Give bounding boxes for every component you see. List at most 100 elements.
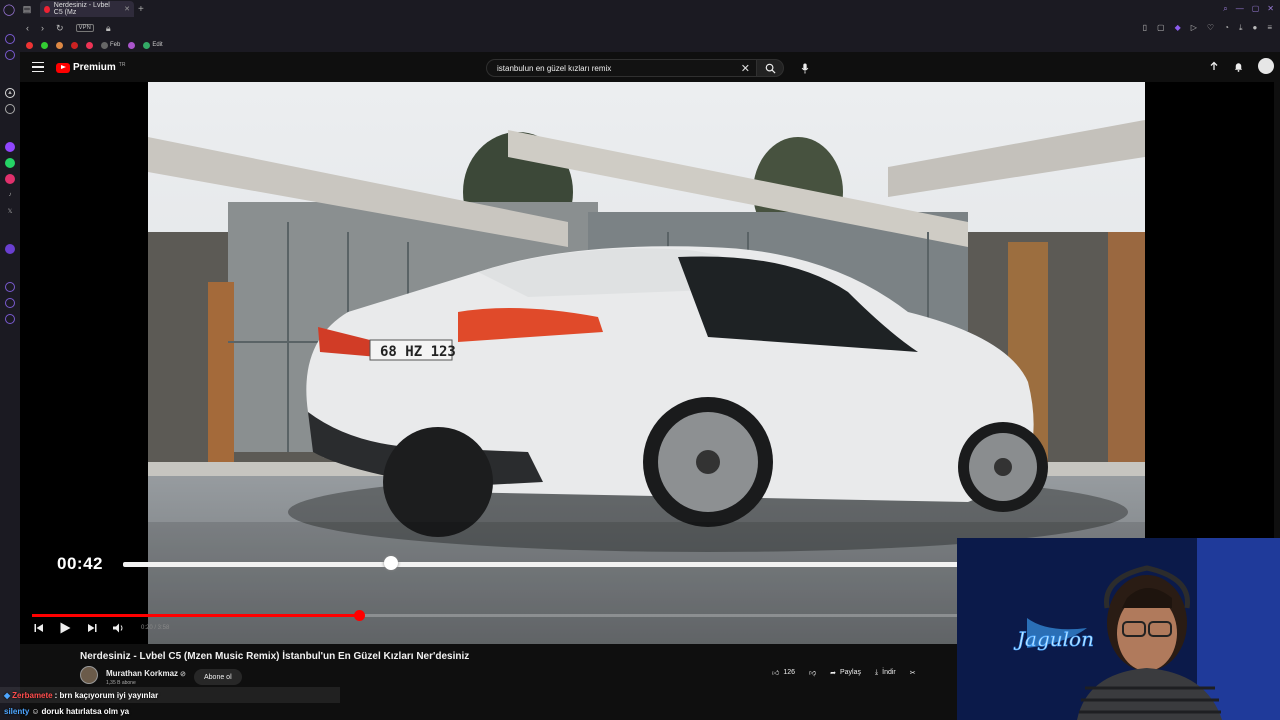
video-title: Nerdesiniz - Lvbel C5 (Mzen Music Remix)… [80,651,470,662]
chat-badge-icon: ◆ [4,690,11,700]
voice-search-button[interactable] [796,59,814,77]
bookmark-favicon-icon [101,41,108,49]
instagram-icon[interactable] [5,174,15,184]
thumbs-down-icon: 👎︎ [809,670,817,677]
back-icon[interactable]: ‹ [26,23,29,33]
time-display: 0:20 / 3:58 [141,625,170,631]
share-button[interactable]: ➦ Paylaş [830,669,861,677]
search-button[interactable] [756,59,784,77]
pinboard-icon[interactable] [5,298,15,308]
search-tabs-icon[interactable]: ⌕ [1223,4,1227,14]
bookmark-item[interactable] [128,41,136,49]
clip-button[interactable]: ✂ [910,669,916,677]
vpn-shield-icon[interactable]: ◆ [1175,23,1181,33]
settings-icon[interactable] [5,314,15,324]
maximize-icon[interactable]: ▢ [1252,4,1260,14]
music-icon[interactable] [5,244,15,254]
search-input[interactable]: istanbulun en güzel kızları remix ✕ [486,59,756,77]
clear-search-icon[interactable]: ✕ [741,62,750,75]
overlay-progress-bar [123,562,1017,567]
tab-menu-icon[interactable]: ▤ [18,4,36,15]
extensions-icon[interactable]: ◔ [1224,23,1229,33]
player-controls: 0:20 / 3:58 [34,622,169,634]
lock-icon: 🔒︎ [105,22,111,33]
forward-icon[interactable]: › [41,23,44,33]
bookmark-label: Edit [152,42,163,48]
verified-icon: ⊘ [180,671,186,678]
dislike-button[interactable]: 👎︎ [809,668,816,677]
subscribe-button[interactable]: Abone ol [194,669,242,685]
history-icon[interactable] [5,282,15,292]
minimize-icon[interactable]: — [1236,4,1244,14]
download-label: İndir [882,669,896,676]
heart-icon[interactable]: ♡ [1207,23,1214,33]
chat-text: : brn kaçıyorum iyi yayınlar [54,690,159,700]
bookmark-item[interactable] [41,41,48,49]
volume-icon[interactable] [113,623,125,633]
tiktok-icon[interactable]: ♪ [5,190,15,200]
chatgpt-icon[interactable] [5,104,15,114]
scissors-icon: ✂ [909,669,916,677]
player-icon[interactable]: ▷ [1191,23,1197,33]
upload-icon[interactable] [1209,61,1219,71]
address-bar-tools: ▯ ▢ ◆ ▷ ♡ ◔ ⤓ ● ≡ [1143,23,1280,33]
subscriber-count: 1,35 B abone [106,680,136,686]
bag-icon[interactable] [5,50,15,60]
opera-logo-icon[interactable]: ◯ [0,0,18,18]
chat-message: ◆ Zerbamete : brn kaçıyorum iyi yayınlar [0,687,340,703]
home-icon[interactable] [5,34,15,44]
bookmark-item[interactable] [56,41,63,49]
new-tab-icon[interactable]: + [138,4,144,15]
like-button[interactable]: 👍︎ 126 [772,668,795,677]
overlay-time-label: 00:42 [57,554,103,573]
youtube-region: TR [118,61,126,68]
menu-icon[interactable]: ≡ [1267,23,1272,33]
progress-bar[interactable] [32,610,967,621]
twitch-icon[interactable] [5,142,15,152]
like-count: 126 [783,669,796,676]
youtube-logo[interactable]: Premium TR [56,62,125,73]
hamburger-menu-icon[interactable] [32,62,44,72]
browser-sidebar: ▲ ♪ 𝕏 [0,18,20,720]
progress-fill [32,614,360,617]
chat-message: silenty ☺ doruk hatırlatsa olm ya [0,703,340,719]
tab-close-icon[interactable]: ✕ [124,5,130,13]
bookmark-favicon-icon [41,41,48,49]
next-icon[interactable] [87,623,97,633]
close-window-icon[interactable]: ✕ [1267,4,1274,14]
download-button[interactable]: ⤓ İndir [875,669,896,677]
reload-icon[interactable]: ↻ [56,23,64,34]
tab-title: Nerdesiniz - Lvbel C5 (Mz [53,2,110,16]
notifications-bell-icon[interactable] [1233,61,1244,72]
bookmark-item[interactable] [71,41,78,49]
vpn-badge[interactable]: VPN [75,24,94,32]
youtube-brand: Premium [73,62,116,73]
channel-avatar[interactable] [80,666,98,684]
profile-icon[interactable]: ● [1252,23,1257,33]
snapshot-icon[interactable]: ▢ [1157,23,1165,33]
bookmark-favicon-icon [26,41,33,49]
play-icon[interactable] [60,622,71,634]
x-icon[interactable]: 𝕏 [5,206,15,216]
aria-icon[interactable]: ▲ [5,88,15,98]
downloads-icon[interactable]: ⤓ [1239,23,1243,33]
bookmark-item[interactable]: Feb [101,41,120,49]
video-actions: 👍︎ 126 👎︎ ➦ Paylaş ⤓ İndir ✂ [772,668,916,678]
search-icon [765,63,776,74]
bookmark-icon[interactable]: ▯ [1143,23,1147,33]
browser-tab-strip: ◯ ▤ Nerdesiniz - Lvbel C5 (Mz ✕ + ⌕ — ▢ … [0,0,1280,18]
channel-name[interactable]: Murathan Korkmaz [106,669,178,678]
bookmark-item[interactable] [86,41,93,49]
share-icon: ➦ [830,669,836,677]
header-actions [1209,58,1274,74]
youtube-header: Premium TR istanbulun en güzel kızları r… [20,52,1274,84]
bookmark-item[interactable] [26,41,33,49]
channel-name-row[interactable]: Murathan Korkmaz ⊘ [106,669,186,678]
browser-tab[interactable]: Nerdesiniz - Lvbel C5 (Mz ✕ [40,1,134,17]
webcam-image: Jagulon [957,538,1280,720]
bookmark-item[interactable]: Edit [143,41,163,49]
stream-chat-overlay: ◆ Zerbamete : brn kaçıyorum iyi yayınlar… [0,687,340,719]
whatsapp-icon[interactable] [5,158,15,168]
previous-icon[interactable] [34,623,44,633]
user-avatar[interactable] [1258,58,1274,74]
